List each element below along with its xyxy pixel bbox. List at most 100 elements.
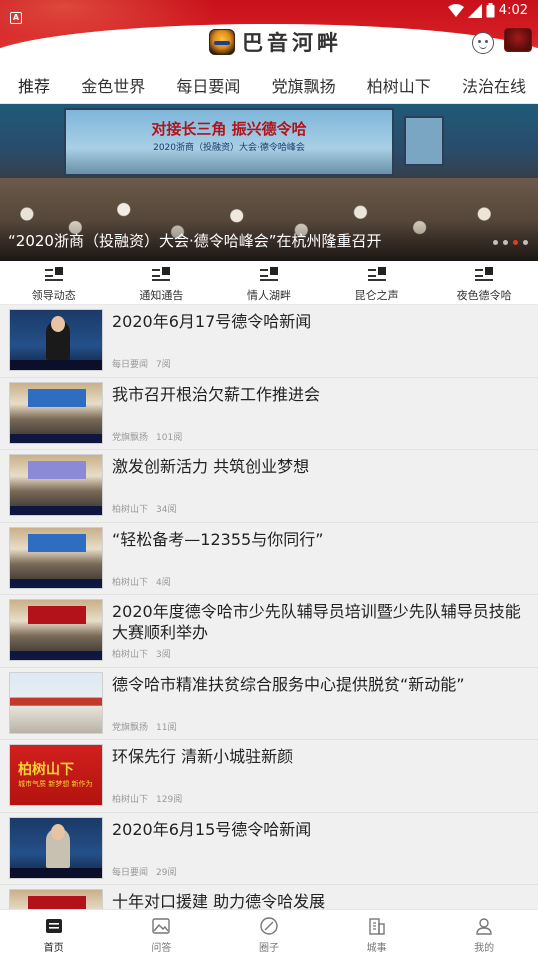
list-item[interactable]: 柏树山下 城市气质 新梦想 新作为 环保先行 清新小城驻新颜 柏树山下 129阅 <box>0 740 538 813</box>
status-bar: A 4:02 <box>0 0 538 24</box>
news-title: 2020年6月15号德令哈新闻 <box>112 819 312 839</box>
mascot-icon[interactable] <box>472 32 494 54</box>
news-category: 党旗飘扬 <box>112 432 149 443</box>
list-item[interactable]: 激发创新活力 共筑创业梦想 柏树山下 34阅 <box>0 450 538 523</box>
quick-label: 通知通告 <box>139 289 184 302</box>
building-icon <box>368 918 385 935</box>
quick-label: 夜色德令哈 <box>456 289 512 302</box>
tab-daily-news[interactable]: 每日要闻 <box>176 73 240 97</box>
list-icon <box>44 267 63 281</box>
tab-recommend[interactable]: 推荐 <box>18 73 50 97</box>
news-thumbnail <box>9 454 103 516</box>
signal-icon <box>467 3 482 18</box>
tab-party-flag[interactable]: 党旗飘扬 <box>272 73 336 97</box>
home-icon <box>45 919 62 933</box>
news-title: 环保先行 清新小城驻新颜 <box>112 747 294 766</box>
news-title: “轻松备考—12355与你同行” <box>112 529 324 549</box>
nav-qa[interactable]: 问答 <box>108 910 216 954</box>
news-title: 德令哈市精准扶贫综合服务中心提供脱贫“新动能” <box>112 674 465 694</box>
quick-label: 领导动态 <box>31 289 76 302</box>
news-views: 34阅 <box>156 505 177 515</box>
news-views: 129阅 <box>156 795 183 805</box>
news-title: 2020年度德令哈市少先队辅导员培训暨少先队辅导员技能大赛顺利举办 <box>112 602 521 642</box>
status-time: 4:02 <box>498 3 528 18</box>
mascot-mouth <box>479 45 487 49</box>
news-category: 党旗飘扬 <box>112 722 149 733</box>
news-views: 7阅 <box>156 360 171 370</box>
news-meta: 每日要闻 29阅 <box>112 865 176 878</box>
news-views: 29阅 <box>156 867 177 878</box>
list-item[interactable]: 2020年度德令哈市少先队辅导员培训暨少先队辅导员技能大赛顺利举办 柏树山下 3阅 <box>0 595 538 668</box>
app-title: 巴音河畔 <box>242 30 342 55</box>
quick-leader-news[interactable]: 领导动态 <box>0 261 108 304</box>
hero-caption-bar: “2020浙商（投融资）大会·德令哈峰会”在杭州隆重召开 <box>0 221 538 261</box>
news-thumbnail <box>9 309 103 371</box>
quick-nav: 领导动态 通知通告 情人湖畔 昆仑之声 夜色德令哈 <box>0 261 538 305</box>
tab-golden-world[interactable]: 金色世界 <box>81 73 145 97</box>
nav-home[interactable]: 首页 <box>0 910 108 954</box>
user-icon <box>476 918 492 935</box>
nav-circle[interactable]: 圈子 <box>215 910 323 954</box>
thumbnail-text: 柏树山下 <box>18 762 74 778</box>
news-category: 每日要闻 <box>112 360 149 370</box>
list-item[interactable]: 德令哈市精准扶贫综合服务中心提供脱贫“新动能” 党旗飘扬 11阅 <box>0 667 538 740</box>
news-title: 激发创新活力 共筑创业梦想 <box>112 457 310 476</box>
news-meta: 党旗飘扬 101阅 <box>112 430 182 443</box>
avatar-icon[interactable] <box>504 28 532 52</box>
news-thumbnail <box>9 526 103 589</box>
tab-cypress-hill[interactable]: 柏树山下 <box>367 73 431 97</box>
quick-kunlun-voice[interactable]: 昆仑之声 <box>323 261 431 304</box>
news-views: 11阅 <box>156 722 177 733</box>
news-thumbnail <box>9 816 103 879</box>
hero-stage-screen: 对接长三角 振兴德令哈 2020浙商（投融资）大会·德令哈峰会 <box>64 108 394 176</box>
news-thumbnail <box>9 599 103 661</box>
list-item[interactable]: 2020年6月15号德令哈新闻 每日要闻 29阅 <box>0 812 538 885</box>
hero-caption: “2020浙商（投融资）大会·德令哈峰会”在杭州隆重召开 <box>8 232 382 250</box>
tab-legal-online[interactable]: 法治在线 <box>462 73 526 97</box>
carousel-dot[interactable] <box>493 240 498 245</box>
compass-icon <box>260 917 278 935</box>
hero-screen-heading: 对接长三角 振兴德令哈 <box>151 120 307 138</box>
quick-notices[interactable]: 通知通告 <box>108 261 216 304</box>
news-views: 101阅 <box>156 432 183 443</box>
hero-banner[interactable]: 对接长三角 振兴德令哈 2020浙商（投融资）大会·德令哈峰会 “2020浙商（… <box>0 104 538 261</box>
nav-profile[interactable]: 我的 <box>430 910 538 954</box>
news-title: 2020年6月17号德令哈新闻 <box>112 312 312 331</box>
news-category: 柏树山下 <box>112 650 149 660</box>
carousel-dot[interactable] <box>523 240 528 245</box>
carousel-dot[interactable] <box>503 240 508 245</box>
list-item[interactable]: 十年对口援建 助力德令哈发展 <box>0 885 538 909</box>
carousel-dots <box>493 240 528 245</box>
image-icon <box>152 918 171 934</box>
list-item[interactable]: 2020年6月17号德令哈新闻 每日要闻 7阅 <box>0 305 538 378</box>
grid-icon <box>367 267 386 281</box>
nav-label: 我的 <box>474 943 495 954</box>
status-right: 4:02 <box>447 3 528 18</box>
news-meta: 柏树山下 3阅 <box>112 647 171 660</box>
nav-label: 问答 <box>151 943 172 954</box>
quick-label: 昆仑之声 <box>354 289 399 302</box>
list-item[interactable]: “轻松备考—12355与你同行” 柏树山下 4阅 <box>0 522 538 595</box>
news-meta: 每日要闻 7阅 <box>112 357 171 370</box>
news-category: 柏树山下 <box>112 505 149 515</box>
thumbnail-subtext: 城市气质 新梦想 新作为 <box>18 780 93 788</box>
carousel-dot-active[interactable] <box>513 240 518 245</box>
notification-badge-icon: A <box>10 12 22 24</box>
app-header: A 4:02 巴音河畔 <box>0 0 538 66</box>
quick-label: 情人湖畔 <box>246 289 291 302</box>
nav-label: 城事 <box>366 943 387 954</box>
nav-label: 首页 <box>43 943 64 954</box>
news-thumbnail <box>9 671 103 734</box>
news-thumbnail <box>9 381 103 444</box>
news-meta: 柏树山下 4阅 <box>112 575 171 588</box>
list-icon <box>259 267 278 281</box>
quick-night-delingha[interactable]: 夜色德令哈 <box>430 261 538 304</box>
quick-lovers-lake[interactable]: 情人湖畔 <box>215 261 323 304</box>
category-tabs: 推荐 金色世界 每日要闻 党旗飘扬 柏树山下 法治在线 <box>0 66 538 104</box>
news-category: 每日要闻 <box>112 867 149 878</box>
hero-side-screen <box>404 116 444 166</box>
list-icon <box>152 267 171 281</box>
list-item[interactable]: 我市召开根治欠薪工作推进会 党旗飘扬 101阅 <box>0 377 538 450</box>
nav-city[interactable]: 城事 <box>323 910 431 954</box>
news-views: 4阅 <box>156 577 171 588</box>
